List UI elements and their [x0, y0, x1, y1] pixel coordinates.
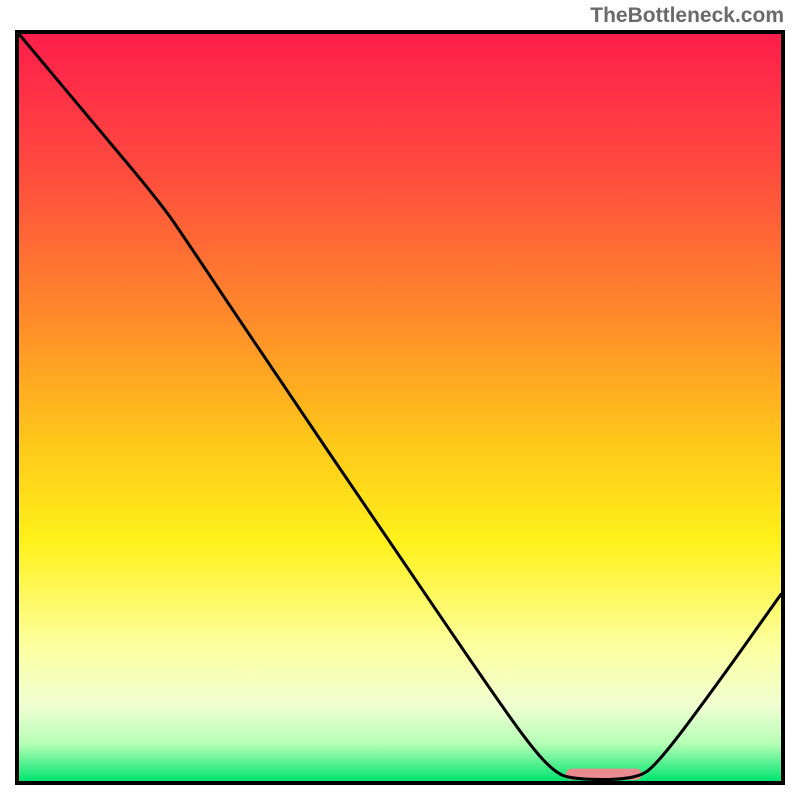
- chart-background: [19, 34, 781, 781]
- chart-svg: [19, 34, 781, 781]
- watermark-text: TheBottleneck.com: [590, 4, 784, 28]
- chart-frame: [15, 30, 785, 785]
